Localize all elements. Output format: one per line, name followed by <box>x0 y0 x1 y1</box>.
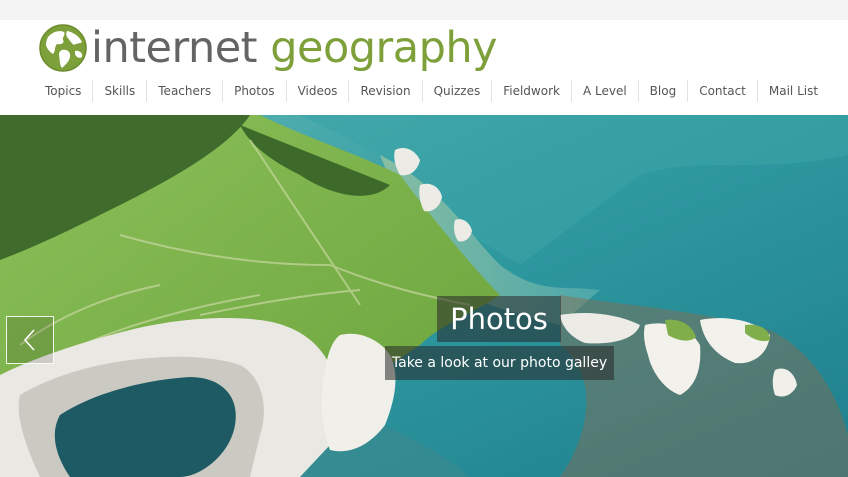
nav-item-a-level[interactable]: A Level <box>572 80 639 102</box>
nav-item-topics[interactable]: Topics <box>34 80 94 102</box>
nav-item-photos[interactable]: Photos <box>223 80 287 102</box>
chevron-left-icon <box>23 329 35 351</box>
logo-space <box>257 23 270 73</box>
nav-item-fieldwork[interactable]: Fieldwork <box>492 80 572 102</box>
slide-caption-subtitle[interactable]: Take a look at our photo galley <box>385 346 614 380</box>
site-logo[interactable]: internet geography <box>38 22 498 74</box>
slider-prev-button[interactable] <box>6 316 54 364</box>
nav-item-videos[interactable]: Videos <box>287 80 350 102</box>
nav-item-skills[interactable]: Skills <box>93 80 148 102</box>
nav-item-teachers[interactable]: Teachers <box>147 80 224 102</box>
logo-word-internet: internet <box>91 23 258 73</box>
nav-item-mail-list[interactable]: Mail List <box>758 80 829 102</box>
slide-caption-title: Photos <box>437 296 561 342</box>
main-nav: Topics Skills Teachers Photos Videos Rev… <box>34 80 829 102</box>
nav-item-quizzes[interactable]: Quizzes <box>423 80 493 102</box>
hero-slider: Photos Take a look at our photo galley <box>0 115 848 477</box>
site-header: internet geography Topics Skills Teacher… <box>0 20 848 115</box>
nav-item-contact[interactable]: Contact <box>688 80 758 102</box>
nav-item-revision[interactable]: Revision <box>349 80 423 102</box>
logo-text: internet geography <box>91 22 498 74</box>
globe-icon <box>39 24 87 72</box>
slide-image-coastline <box>0 115 848 477</box>
logo-word-geography: geography <box>270 23 498 73</box>
top-strip <box>0 0 848 20</box>
nav-item-blog[interactable]: Blog <box>639 80 689 102</box>
